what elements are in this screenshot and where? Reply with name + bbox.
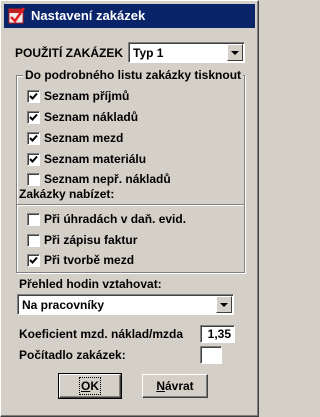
offer-group-caption: Zakázky nabízet: bbox=[19, 187, 115, 201]
ok-button-label: OK bbox=[78, 377, 102, 395]
checkbox-label: Seznam nepř. nákladů bbox=[44, 172, 171, 186]
hours-label: Přehled hodin vztahovat: bbox=[19, 277, 162, 291]
checkbox-box[interactable] bbox=[27, 173, 40, 186]
back-button[interactable]: Návrat bbox=[142, 374, 208, 398]
checkbox-label: Při zápisu faktur bbox=[44, 233, 138, 247]
checkbox-box[interactable] bbox=[27, 234, 40, 247]
usage-label: POUŽITÍ ZAKÁZEK bbox=[15, 46, 123, 60]
counter-input[interactable] bbox=[200, 346, 222, 364]
checkbox-box[interactable] bbox=[27, 213, 40, 226]
usage-select-value: Typ 1 bbox=[133, 46, 164, 60]
ok-mnemonic: O bbox=[80, 379, 91, 393]
hours-select[interactable]: Na pracovníky bbox=[17, 294, 234, 315]
checkbox-label: Seznam nákladů bbox=[44, 110, 139, 124]
ok-button[interactable]: OK bbox=[58, 373, 122, 399]
window-title: Nastavení zakázek bbox=[31, 8, 146, 23]
checkbox-box[interactable] bbox=[27, 90, 40, 103]
usage-select[interactable]: Typ 1 bbox=[128, 42, 245, 63]
checkbox-box[interactable] bbox=[27, 111, 40, 124]
coefficient-input[interactable]: 1,35 bbox=[200, 325, 235, 343]
red-checkbox-app-icon bbox=[8, 7, 25, 24]
settings-dialog: Nastavení zakázek POUŽITÍ ZAKÁZEK Typ 1 … bbox=[0, 0, 259, 417]
ok-rest: K bbox=[90, 379, 99, 393]
back-button-label: Návrat bbox=[156, 379, 193, 393]
title-bar[interactable]: Nastavení zakázek bbox=[4, 4, 255, 28]
back-mnemonic: N bbox=[156, 379, 165, 393]
group-divider bbox=[17, 204, 244, 206]
dropdown-arrow-icon[interactable] bbox=[216, 296, 232, 313]
checkbox-label: Seznam mezd bbox=[44, 131, 124, 145]
checkbox-label: Při úhradách v daň. evid. bbox=[44, 212, 187, 226]
print-group-caption: Do podrobného listu zakázky tisknout bbox=[23, 68, 244, 82]
dropdown-arrow-icon[interactable] bbox=[227, 44, 243, 61]
back-rest: ávrat bbox=[164, 379, 194, 393]
checkbox-label: Seznam příjmů bbox=[44, 89, 130, 103]
checkbox-box[interactable] bbox=[27, 153, 40, 166]
counter-label: Počítadlo zakázek: bbox=[19, 348, 126, 362]
hours-select-value: Na pracovníky bbox=[22, 298, 105, 312]
checkbox-label: Seznam materiálu bbox=[44, 152, 147, 166]
checkbox-box[interactable] bbox=[27, 132, 40, 145]
checkbox-box[interactable] bbox=[27, 254, 40, 267]
checkbox-label: Při tvorbě mezd bbox=[44, 253, 135, 267]
coefficient-label: Koeficient mzd. náklad/mzda bbox=[19, 327, 184, 341]
